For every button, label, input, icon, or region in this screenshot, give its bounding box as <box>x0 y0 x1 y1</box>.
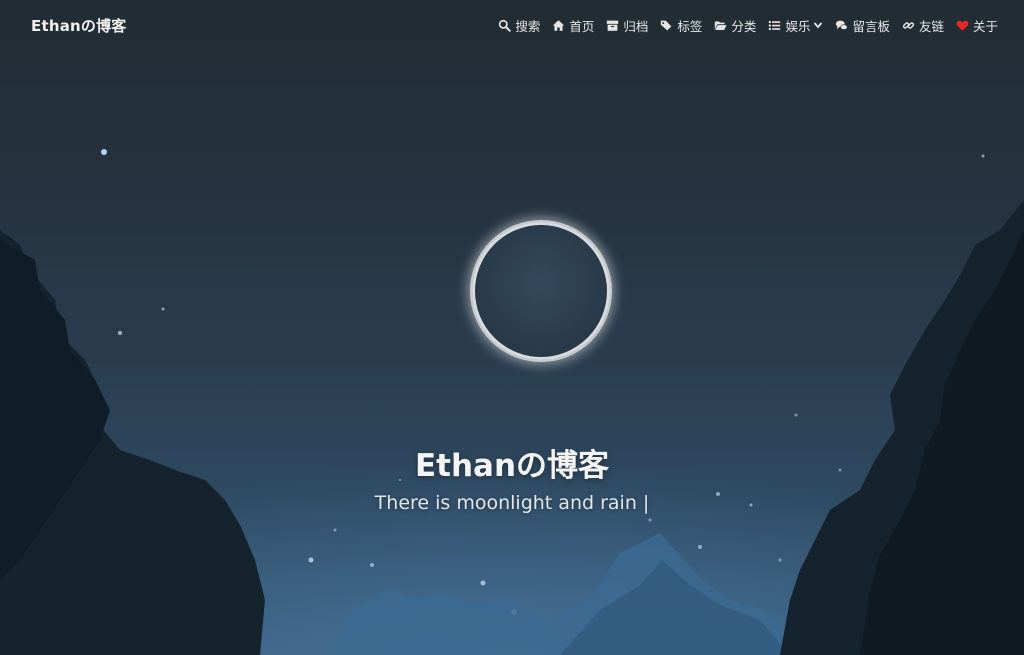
avatar[interactable] <box>472 222 610 360</box>
nav-item-label: 搜索 <box>515 18 541 34</box>
nav-item-label: 娱乐 <box>785 18 811 34</box>
nav-item-home[interactable]: 首页 <box>552 16 594 35</box>
link-icon <box>902 19 915 32</box>
tags-icon <box>660 19 673 32</box>
site-title: Ethanの博客 <box>414 448 610 484</box>
nav-item-label: 归档 <box>623 18 649 34</box>
search-icon <box>498 19 512 32</box>
main-menu: 搜索 首页 归档 标签 分类 娱乐 留言板 友链 关于 <box>486 16 998 35</box>
nav-item-categories[interactable]: 分类 <box>714 16 756 35</box>
comments-icon <box>835 19 848 32</box>
nav-item-label: 首页 <box>569 18 595 34</box>
heart-icon <box>956 19 969 32</box>
nav-item-guestbook[interactable]: 留言板 <box>835 16 890 35</box>
home-icon <box>552 19 565 32</box>
chevron-down-icon <box>814 22 823 29</box>
nav-item-tags[interactable]: 标签 <box>660 16 702 35</box>
nav-item-entertainment-dropdown[interactable]: 娱乐 <box>768 16 823 35</box>
nav-item-label: 关于 <box>972 18 998 34</box>
nav-item-label: 标签 <box>677 18 703 34</box>
nav-item-archive[interactable]: 归档 <box>606 16 648 35</box>
nav-item-about[interactable]: 关于 <box>956 16 998 35</box>
site-subtitle: There is moonlight and rain | <box>374 492 650 514</box>
nav-item-friend-links[interactable]: 友链 <box>902 16 944 35</box>
nav-item-label: 留言板 <box>852 18 890 34</box>
page-background: Ethanの博客 搜索 首页 归档 标签 分类 娱乐 留言板 友链 关于 Eth… <box>0 0 1024 655</box>
site-brand-link[interactable]: Ethanの博客 <box>31 15 127 36</box>
archive-icon <box>606 19 619 32</box>
folder-open-icon <box>714 19 728 32</box>
nav-item-label: 分类 <box>731 18 757 34</box>
nav-item-search[interactable]: 搜索 <box>498 16 540 35</box>
nav-item-label: 友链 <box>918 18 944 34</box>
top-navbar: Ethanの博客 搜索 首页 归档 标签 分类 娱乐 留言板 友链 关于 <box>0 0 1024 50</box>
list-icon <box>768 19 781 32</box>
